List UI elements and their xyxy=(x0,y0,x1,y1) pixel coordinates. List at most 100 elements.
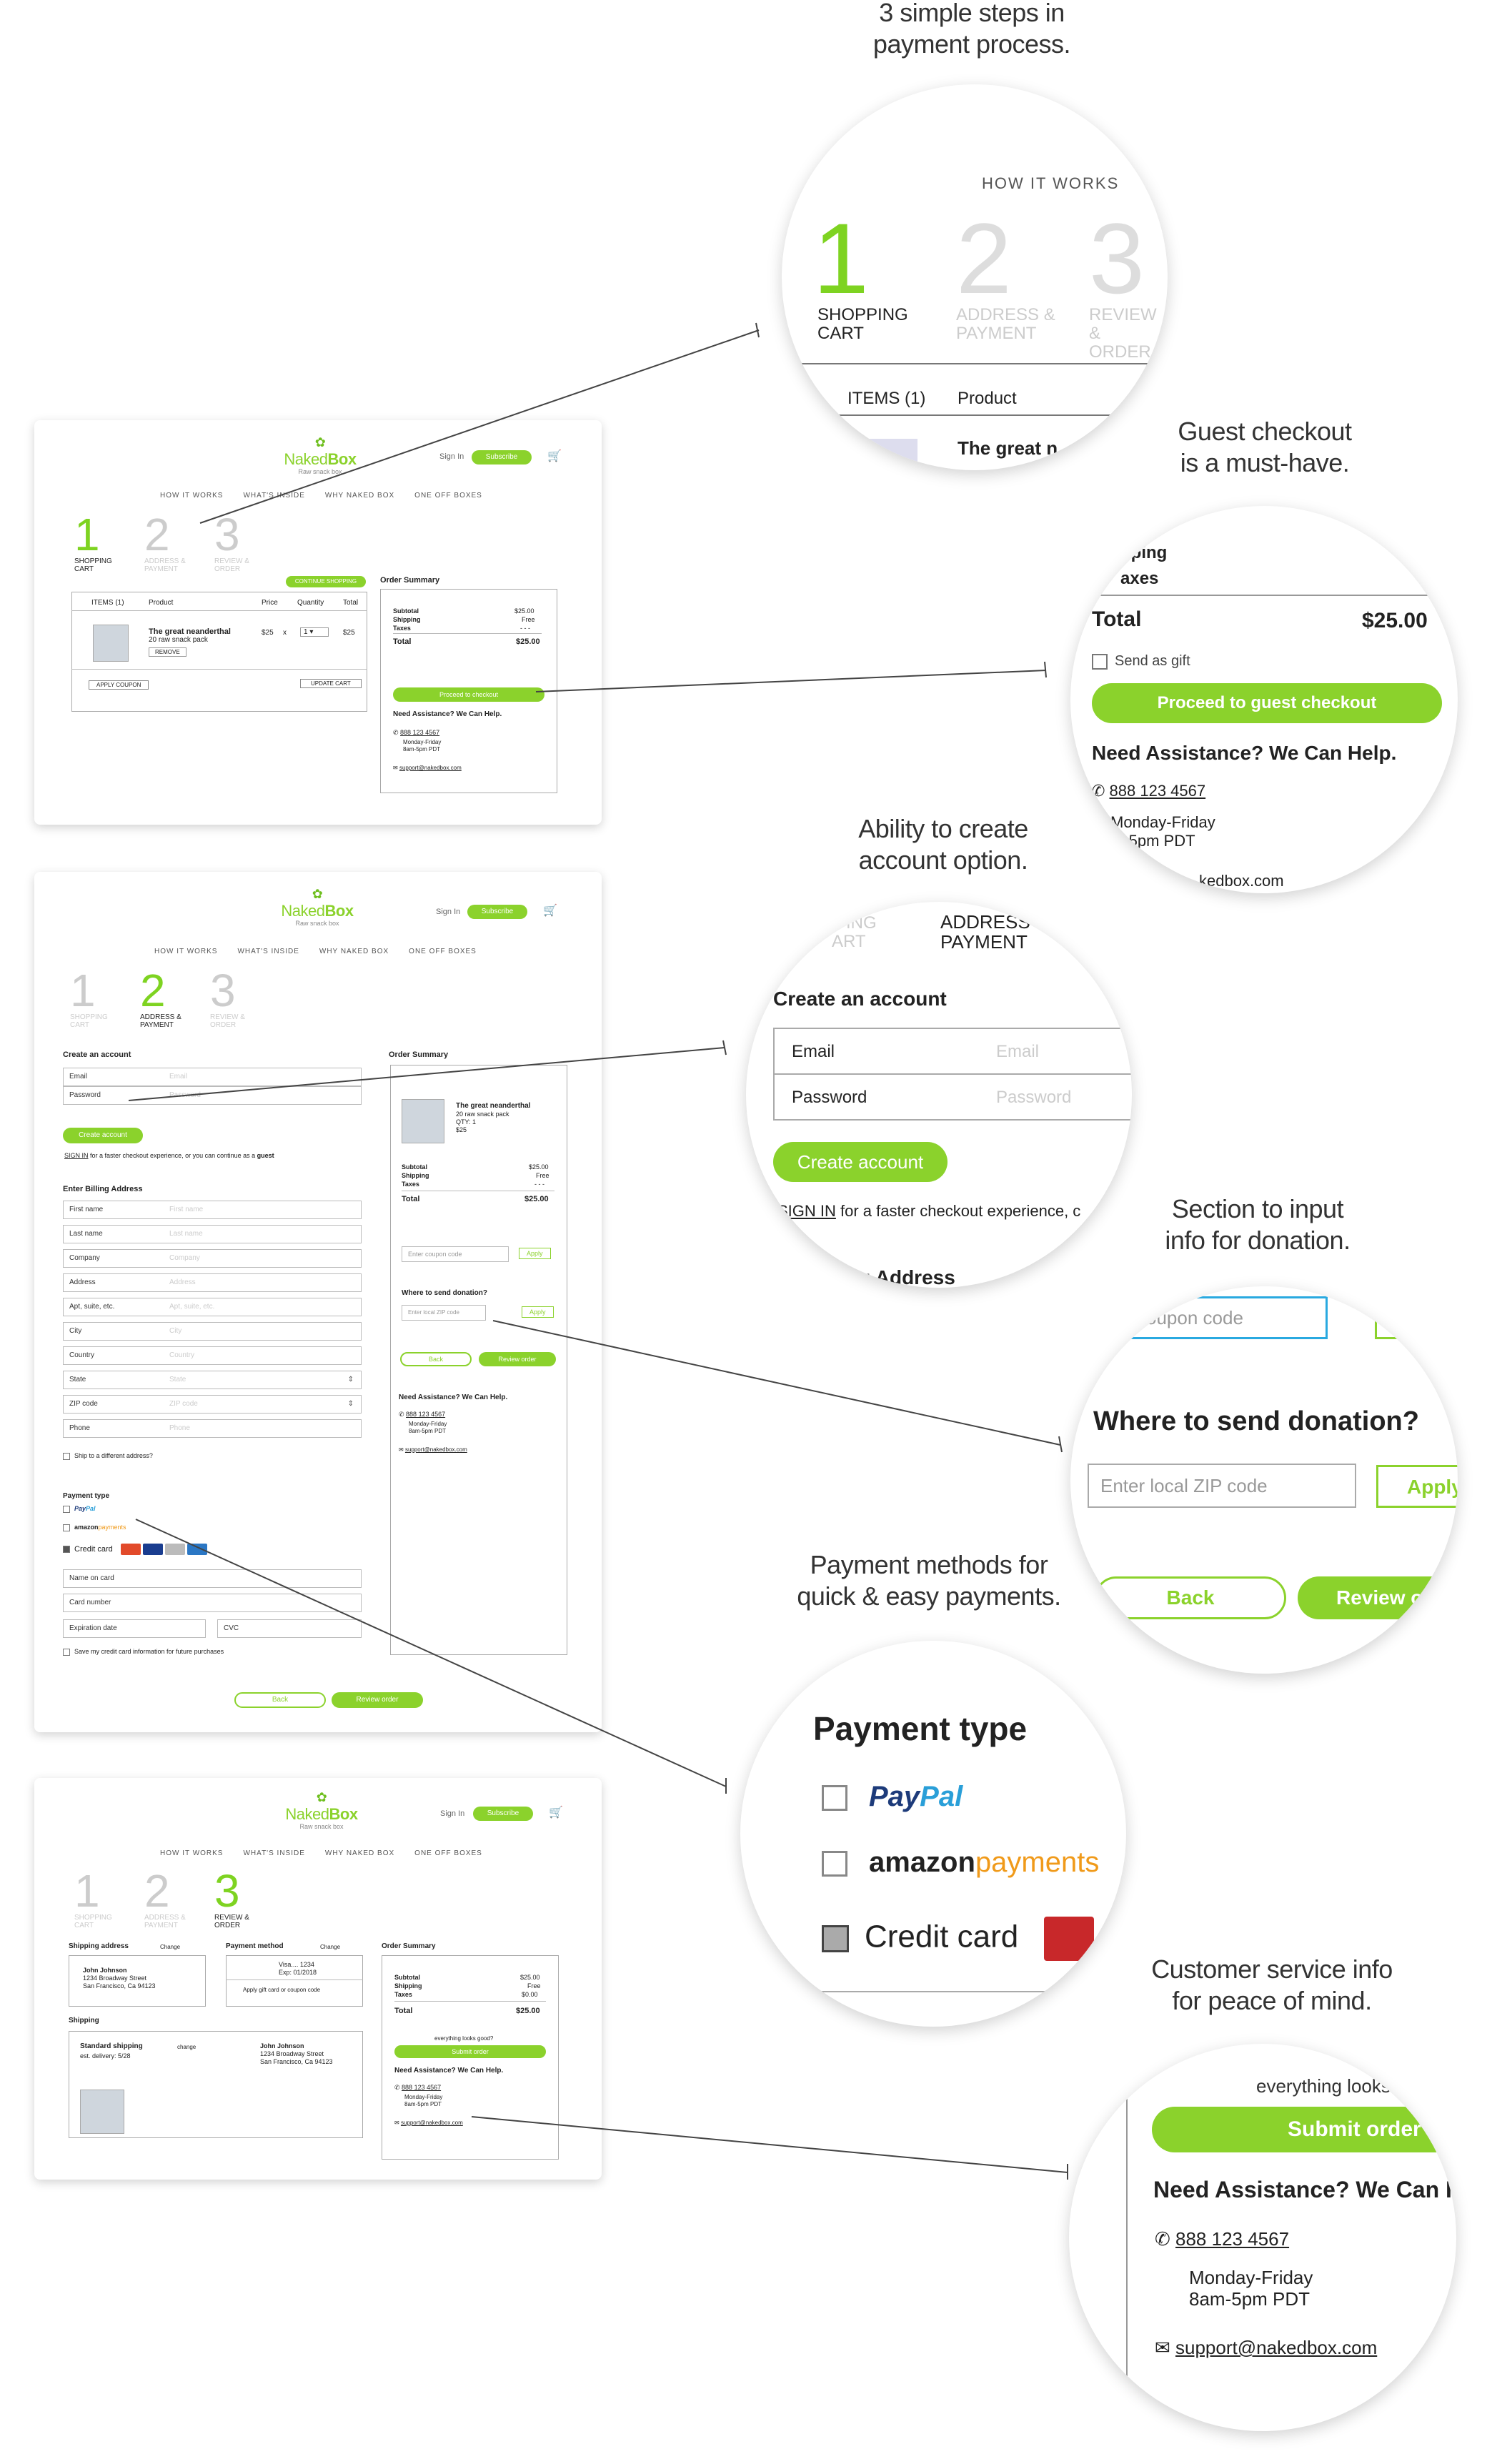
city-field[interactable]: City City xyxy=(63,1322,362,1341)
change-shipping-method-link[interactable]: change xyxy=(177,2044,196,2050)
paypal-checkbox[interactable] xyxy=(63,1505,70,1513)
phone-link[interactable]: 888 123 4567 xyxy=(406,1411,445,1418)
phone-link[interactable]: 888 123 4567 xyxy=(402,2084,441,2091)
zoom-phone-link[interactable]: 888 123 4567 xyxy=(1175,2228,1289,2250)
address-field[interactable]: Address Address xyxy=(63,1273,362,1292)
zoom-email-field[interactable]: Email Email xyxy=(773,1028,1132,1075)
zoom-paypal-option[interactable]: PayPal xyxy=(822,1781,963,1813)
zoom-review-button[interactable]: Review o xyxy=(1298,1576,1458,1619)
change-payment-link[interactable]: Change xyxy=(320,1944,340,1950)
donation-apply-button[interactable]: Apply xyxy=(522,1306,554,1318)
donation-zip-input[interactable]: Enter local ZIP code xyxy=(402,1305,486,1321)
nav-why-naked-box[interactable]: WHY NAKED BOX xyxy=(319,948,389,955)
coupon-input[interactable]: Enter coupon code xyxy=(402,1246,509,1262)
sign-in-link[interactable]: Sign In xyxy=(439,452,464,461)
phone-link[interactable]: 888 123 4567 xyxy=(400,729,439,736)
nav-how-it-works[interactable]: HOW IT WORKS xyxy=(160,492,223,500)
email-field[interactable]: Email Email xyxy=(63,1068,362,1086)
change-shipping-address-link[interactable]: Change xyxy=(160,1944,180,1950)
email-link[interactable]: support@nakedbox.com xyxy=(405,1446,467,1453)
back-button[interactable]: Back xyxy=(400,1352,472,1366)
country-field[interactable]: Country Country xyxy=(63,1346,362,1365)
nav-whats-inside[interactable]: WHAT'S INSIDE xyxy=(243,1849,304,1857)
zoom-paypal-checkbox[interactable] xyxy=(822,1785,847,1812)
save-card-row[interactable]: Save my credit card information for futu… xyxy=(63,1648,224,1656)
ship-different-row[interactable]: Ship to a different address? xyxy=(63,1452,153,1460)
amazon-checkbox[interactable] xyxy=(63,1524,70,1531)
logo-tagline: Raw snack box xyxy=(299,1823,344,1830)
zoom-password-field[interactable]: Password Password xyxy=(773,1073,1132,1121)
cart-icon[interactable]: 🛒 xyxy=(547,449,562,463)
zoom-phone-link[interactable]: 888 123 4567 xyxy=(1110,782,1206,800)
zoom-submit-order-button[interactable]: Submit order xyxy=(1152,2107,1456,2152)
continue-shopping-button[interactable]: CONTINUE SHOPPING xyxy=(286,576,366,587)
submit-order-button[interactable]: Submit order xyxy=(394,2045,546,2058)
phone-field[interactable]: Phone Phone xyxy=(63,1419,362,1438)
zoom-signin-link[interactable]: SIGN IN xyxy=(777,1202,836,1220)
zoom-email-link[interactable]: kedbox.com xyxy=(1199,872,1284,890)
review-order-button[interactable]: Review order xyxy=(332,1692,423,1708)
zoom-donation-zip-input[interactable]: Enter local ZIP code xyxy=(1088,1464,1356,1508)
state-select[interactable]: State State ⇕ xyxy=(63,1371,362,1389)
proceed-to-checkout-button[interactable]: Proceed to checkout xyxy=(393,687,544,702)
nav-one-off-boxes[interactable]: ONE OFF BOXES xyxy=(409,948,477,955)
save-card-checkbox[interactable] xyxy=(63,1648,70,1656)
subscribe-button[interactable]: Subscribe xyxy=(467,905,527,919)
coupon-apply-button[interactable]: Apply xyxy=(519,1248,551,1259)
nav-why-naked-box[interactable]: WHY NAKED BOX xyxy=(325,1849,394,1857)
paypal-option[interactable]: PayPal xyxy=(63,1505,96,1513)
credit-card-option[interactable]: Credit card xyxy=(63,1544,208,1555)
card-number-field[interactable]: Card number xyxy=(63,1594,362,1612)
guest-link[interactable]: guest xyxy=(257,1152,274,1159)
zoom-donation-apply-button[interactable]: Apply xyxy=(1376,1465,1458,1508)
cart-icon[interactable]: 🛒 xyxy=(549,1805,563,1819)
amazon-option[interactable]: amazonpayments xyxy=(63,1524,126,1531)
nav-how-it-works[interactable]: HOW IT WORKS xyxy=(160,1849,223,1857)
email-link[interactable]: support@nakedbox.com xyxy=(401,2120,463,2126)
apt-field[interactable]: Apt, suite, etc. Apt, suite, etc. xyxy=(63,1298,362,1316)
sign-in-link[interactable]: Sign In xyxy=(440,1809,464,1818)
zoom-coupon-input[interactable]: coupon code xyxy=(1113,1296,1328,1339)
zoom-create-account-button[interactable]: Create account xyxy=(773,1142,948,1182)
quantity-select[interactable]: 1 ▾ xyxy=(300,627,329,637)
nav-whats-inside[interactable]: WHAT'S INSIDE xyxy=(243,492,304,500)
zip-select[interactable]: ZIP code ZIP code ⇕ xyxy=(63,1395,362,1414)
nav-one-off-boxes[interactable]: ONE OFF BOXES xyxy=(414,492,482,500)
zoom-email-link[interactable]: support@nakedbox.com xyxy=(1175,2337,1377,2358)
cart-icon[interactable]: 🛒 xyxy=(543,903,557,918)
company-field[interactable]: Company Company xyxy=(63,1249,362,1268)
nav-how-it-works[interactable]: HOW IT WORKS xyxy=(154,948,217,955)
expiration-field[interactable]: Expiration date xyxy=(63,1619,206,1638)
zoom-send-gift-checkbox[interactable] xyxy=(1092,653,1108,670)
cvc-field[interactable]: CVC xyxy=(217,1619,362,1638)
password-field[interactable]: Password Password xyxy=(63,1086,362,1105)
gift-card-link[interactable]: Apply gift card or coupon code xyxy=(243,1987,320,1993)
sign-in-link[interactable]: Sign In xyxy=(436,908,460,916)
zoom-coupon-apply-button[interactable] xyxy=(1375,1296,1458,1339)
first-name-field[interactable]: First name First name xyxy=(63,1201,362,1219)
zoom-send-gift[interactable]: Send as gift xyxy=(1092,653,1190,670)
zoom-credit-checkbox[interactable] xyxy=(822,1925,849,1952)
ship-different-checkbox[interactable] xyxy=(63,1452,70,1460)
update-cart-button[interactable]: UPDATE CART xyxy=(300,679,362,688)
nav-one-off-boxes[interactable]: ONE OFF BOXES xyxy=(414,1849,482,1857)
signin-link[interactable]: SIGN IN xyxy=(64,1152,89,1159)
email-link[interactable]: support@nakedbox.com xyxy=(399,765,462,771)
zoom-amazon-option[interactable]: amazonpayments xyxy=(822,1847,1099,1879)
subscribe-button[interactable]: Subscribe xyxy=(473,1807,533,1821)
nav-why-naked-box[interactable]: WHY NAKED BOX xyxy=(325,492,394,500)
review-order-button[interactable]: Review order xyxy=(479,1352,556,1366)
nav-whats-inside[interactable]: WHAT'S INSIDE xyxy=(237,948,299,955)
subscribe-button[interactable]: Subscribe xyxy=(472,450,532,465)
create-account-button[interactable]: Create account xyxy=(63,1128,143,1143)
last-name-field[interactable]: Last name Last name xyxy=(63,1225,362,1243)
name-on-card-field[interactable]: Name on card xyxy=(63,1569,362,1588)
zoom-amazon-checkbox[interactable] xyxy=(822,1851,847,1877)
apply-coupon-button[interactable]: APPLY COUPON xyxy=(89,680,149,690)
zoom-guest-checkout-button[interactable]: Proceed to guest checkout xyxy=(1092,683,1442,723)
back-button[interactable]: Back xyxy=(234,1692,326,1708)
credit-card-checkbox[interactable] xyxy=(63,1546,70,1553)
remove-button[interactable]: REMOVE xyxy=(149,647,186,657)
zoom-credit-option[interactable]: Credit card xyxy=(822,1917,1095,1961)
zoom-back-button[interactable]: Back xyxy=(1095,1576,1286,1619)
